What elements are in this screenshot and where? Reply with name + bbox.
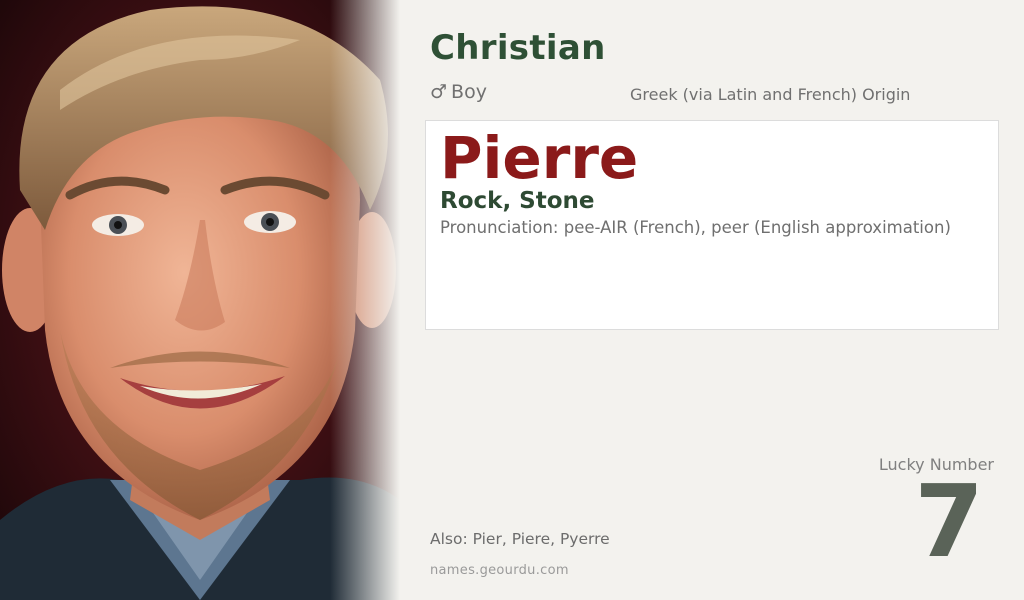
name-meaning: Rock, Stone — [440, 188, 595, 214]
lucky-number-value: 7 — [914, 463, 984, 580]
gender-text: Boy — [451, 81, 487, 103]
alternate-spellings: Also: Pier, Piere, Pyerre — [430, 530, 610, 548]
name-title: Pierre — [440, 124, 639, 192]
origin-label: Greek (via Latin and French) Origin — [630, 85, 911, 104]
male-symbol-icon: ♂ — [430, 81, 448, 103]
gender-label: ♂ Boy — [430, 81, 487, 103]
pronunciation-text: Pronunciation: pee-AIR (French), peer (E… — [440, 218, 951, 237]
portrait-photo — [0, 0, 400, 600]
source-watermark: names.geourdu.com — [430, 563, 569, 578]
name-card: Christian ♂ Boy Greek (via Latin and Fren… — [0, 0, 1024, 600]
name-box: Pierre Rock, Stone Pronunciation: pee-AI… — [425, 120, 999, 330]
religion-heading: Christian — [430, 28, 606, 68]
